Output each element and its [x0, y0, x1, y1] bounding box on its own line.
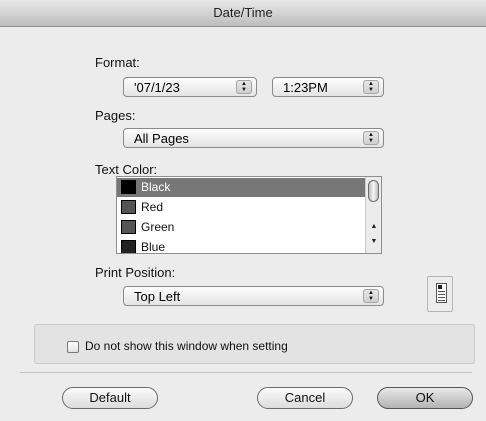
- up-down-arrows-icon: ▲ ▼: [363, 289, 379, 303]
- text-color-list[interactable]: Black Red Green Blue ▲ ▼: [116, 176, 382, 254]
- time-format-popup[interactable]: 1:23PM ▲ ▼: [272, 77, 384, 97]
- print-position-popup[interactable]: Top Left ▲ ▼: [123, 286, 384, 306]
- default-button[interactable]: Default: [62, 387, 158, 409]
- page-position-icon: [427, 276, 453, 312]
- list-item-blue[interactable]: Blue: [117, 238, 365, 254]
- list-item-green[interactable]: Green: [117, 218, 365, 237]
- time-format-value: 1:23PM: [283, 80, 328, 95]
- up-down-arrows-icon: ▲ ▼: [363, 131, 379, 145]
- position-mark: [438, 285, 442, 289]
- up-down-arrows-icon: ▲ ▼: [363, 80, 379, 94]
- scroll-thumb[interactable]: [368, 180, 379, 202]
- ok-button[interactable]: OK: [377, 387, 473, 409]
- do-not-show-checkbox[interactable]: [67, 341, 79, 353]
- color-swatch: [121, 240, 136, 253]
- text-color-label: Text Color:: [95, 162, 158, 177]
- list-item-black[interactable]: Black: [117, 178, 365, 197]
- list-item-red[interactable]: Red: [117, 198, 365, 217]
- date-format-value: '07/1/23: [134, 80, 180, 95]
- list-item-label: Blue: [141, 240, 166, 254]
- list-item-label: Red: [141, 200, 164, 214]
- cancel-button[interactable]: Cancel: [257, 387, 353, 409]
- options-group: Do not show this window when setting: [34, 324, 475, 364]
- color-swatch: [121, 200, 136, 214]
- pages-value: All Pages: [134, 131, 189, 146]
- list-item-label: Black: [141, 180, 171, 194]
- scroll-up-arrow-icon[interactable]: ▲: [369, 223, 379, 230]
- color-swatch: [121, 220, 136, 234]
- pages-label: Pages:: [95, 108, 136, 123]
- page-preview: [436, 283, 447, 303]
- up-down-arrows-icon: ▲ ▼: [236, 80, 252, 94]
- date-time-dialog: Date/Time Format: '07/1/23 ▲ ▼ 1:23PM ▲ ▼ …: [0, 0, 486, 421]
- color-swatch: [121, 180, 136, 194]
- print-position-label: Print Position:: [95, 265, 176, 280]
- print-position-value: Top Left: [134, 289, 181, 304]
- pages-popup[interactable]: All Pages ▲ ▼: [123, 128, 384, 148]
- separator: [20, 372, 472, 373]
- list-item-label: Green: [141, 220, 175, 234]
- list-scrollbar[interactable]: ▲ ▼: [365, 177, 381, 253]
- date-format-popup[interactable]: '07/1/23 ▲ ▼: [123, 77, 257, 97]
- text-lines: [438, 291, 445, 301]
- do-not-show-label[interactable]: Do not show this window when setting: [85, 339, 288, 353]
- format-label: Format:: [95, 55, 140, 70]
- scroll-down-arrow-icon[interactable]: ▼: [369, 238, 379, 245]
- window-title: Date/Time: [0, 0, 486, 27]
